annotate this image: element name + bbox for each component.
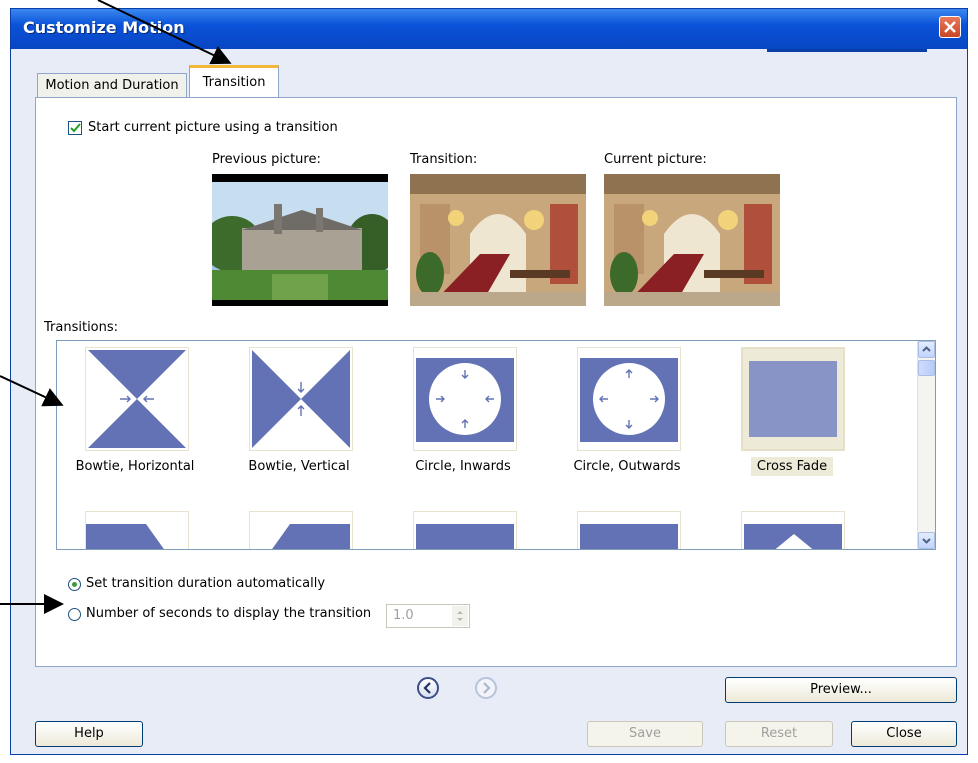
- previous-picture-button[interactable]: [417, 677, 439, 699]
- transition-thumbnail-partial[interactable]: [413, 511, 517, 549]
- seconds-value: 1.0: [393, 608, 414, 623]
- scroll-up-button[interactable]: [918, 341, 935, 358]
- start-with-transition-checkbox[interactable]: [68, 121, 82, 135]
- up-down-arrows-icon: [457, 611, 463, 621]
- stepper-arrows[interactable]: [452, 606, 468, 626]
- title-bar-underline: [767, 49, 927, 52]
- title-bar[interactable]: Customize Motion: [11, 9, 967, 49]
- transition-thumbnail-partial[interactable]: [249, 511, 353, 549]
- chevron-right-icon: [483, 682, 491, 694]
- window-title: Customize Motion: [23, 18, 185, 37]
- scroll-down-button[interactable]: [918, 532, 935, 549]
- transitions-list[interactable]: Bowtie, Horizontal Bowtie, Vertical Circ…: [56, 340, 936, 550]
- transition-name: Bowtie, Vertical: [248, 459, 350, 474]
- auto-duration-label: Set transition duration automatically: [86, 576, 326, 591]
- close-window-button[interactable]: [939, 16, 961, 38]
- preview-button[interactable]: Preview...: [725, 677, 957, 703]
- current-picture-label: Current picture:: [604, 152, 707, 167]
- previous-picture-thumbnail: [212, 174, 388, 306]
- seconds-stepper[interactable]: 1.0: [386, 604, 470, 628]
- transition-name: Circle, Outwards: [573, 459, 681, 474]
- customize-motion-dialog: Customize Motion Motion and Duration Tra…: [10, 8, 968, 755]
- current-picture-thumbnail: [604, 174, 780, 306]
- transition-item-bowtie-horizontal[interactable]: Bowtie, Horizontal: [60, 343, 210, 474]
- close-button[interactable]: Close: [851, 721, 957, 747]
- tab-motion-and-duration[interactable]: Motion and Duration: [37, 73, 187, 97]
- transitions-scrollbar[interactable]: [917, 341, 935, 549]
- auto-duration-radio[interactable]: [68, 578, 81, 591]
- save-button[interactable]: Save: [587, 721, 703, 747]
- previous-picture-label: Previous picture:: [212, 152, 321, 167]
- transition-tab-panel: Start current picture using a transition…: [35, 97, 957, 667]
- close-icon: [944, 21, 956, 33]
- manual-duration-label: Number of seconds to display the transit…: [86, 606, 372, 621]
- transition-preview-label: Transition:: [410, 152, 478, 167]
- transition-name: Bowtie, Horizontal: [75, 459, 195, 474]
- chevron-up-icon: [922, 346, 931, 352]
- checkmark-icon: [70, 123, 81, 133]
- transition-thumbnail-partial[interactable]: [85, 511, 189, 549]
- manual-duration-radio[interactable]: [68, 608, 81, 621]
- transition-thumbnail-partial[interactable]: [577, 511, 681, 549]
- help-button[interactable]: Help: [35, 721, 143, 747]
- transitions-label: Transitions:: [44, 320, 119, 335]
- chevron-down-icon: [922, 538, 931, 544]
- start-with-transition-label: Start current picture using a transition: [88, 120, 338, 135]
- next-picture-button[interactable]: [475, 677, 497, 699]
- transition-preview-thumbnail: [410, 174, 586, 306]
- bowtie-vertical-icon: [249, 347, 353, 451]
- bowtie-horizontal-icon: [85, 347, 189, 451]
- scroll-thumb[interactable]: [918, 360, 935, 376]
- circle-outwards-icon: [577, 347, 681, 451]
- reset-button[interactable]: Reset: [725, 721, 833, 747]
- transition-item-cross-fade[interactable]: Cross Fade: [716, 343, 866, 476]
- transition-name-selected: Cross Fade: [751, 457, 833, 476]
- transition-item-bowtie-vertical[interactable]: Bowtie, Vertical: [224, 343, 374, 474]
- transition-thumbnail-partial[interactable]: [741, 511, 845, 549]
- tab-transition[interactable]: Transition: [189, 65, 279, 97]
- transition-item-circle-outwards[interactable]: Circle, Outwards: [552, 343, 702, 474]
- chevron-left-icon: [423, 682, 431, 694]
- transition-item-circle-inwards[interactable]: Circle, Inwards: [388, 343, 538, 474]
- circle-inwards-icon: [413, 347, 517, 451]
- transition-name: Circle, Inwards: [415, 459, 511, 474]
- cross-fade-icon: [741, 347, 845, 451]
